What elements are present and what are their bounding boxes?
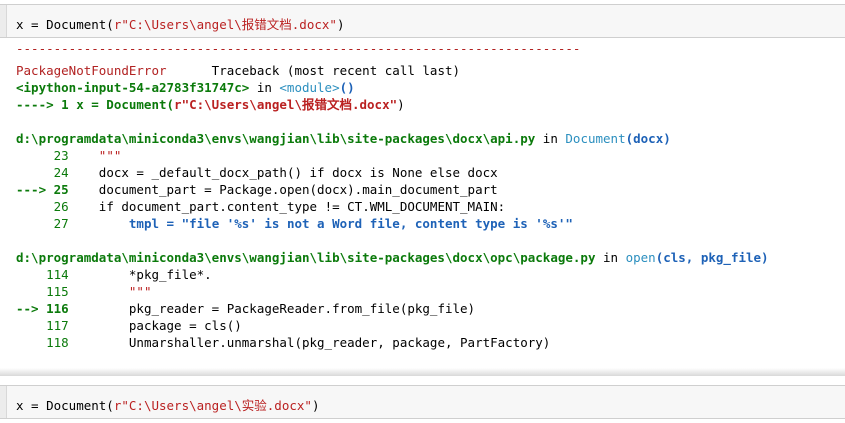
frame1-line: 24 docx = _default_docx_path() if docx i… bbox=[16, 164, 498, 181]
frame2-line: 117 package = cls() bbox=[16, 317, 242, 334]
line-number: 27 bbox=[53, 216, 69, 231]
output-scroll-shadow bbox=[0, 368, 845, 376]
frame1-line: 23 """ bbox=[16, 147, 122, 164]
cell-code-top[interactable]: x = Document(r"C:\Users\angel\报错文档.docx"… bbox=[16, 14, 344, 33]
line-code: package = cls() bbox=[68, 318, 242, 333]
arrow-line-1: ----> 1 x = Document(r"C:\Users\angel\报错… bbox=[16, 96, 405, 113]
frame2-path: d:\programdata\miniconda3\envs\wangjian\… bbox=[16, 250, 596, 265]
code-prefix: x = Document( bbox=[16, 398, 114, 413]
module-parens: () bbox=[339, 80, 355, 95]
cell-gutter bbox=[0, 386, 7, 418]
line-number: 114 bbox=[46, 267, 69, 282]
line-code: """ bbox=[68, 148, 122, 163]
frame1-line: 26 if document_part.content_type != CT.W… bbox=[16, 198, 506, 215]
arrow-line-1-end: ) bbox=[397, 97, 405, 112]
current-arrow: ---> bbox=[16, 182, 54, 197]
code-string: r"C:\Users\angel\报错文档.docx" bbox=[113, 17, 337, 32]
frame1-line: 27 tmpl = "file '%s' is not a Word file,… bbox=[16, 215, 573, 232]
frame1-path: d:\programdata\miniconda3\envs\wangjian\… bbox=[16, 131, 536, 146]
current-arrow: --> bbox=[16, 301, 47, 316]
cell-code-bottom[interactable]: x = Document(r"C:\Users\angel\实验.docx") bbox=[16, 395, 319, 414]
line-code: tmpl = "file '%s' is not a Word file, co… bbox=[68, 216, 573, 231]
code-string: r"C:\Users\angel\实验.docx" bbox=[113, 398, 312, 413]
frame1-args: (docx) bbox=[625, 131, 671, 146]
frame2-line-current: --> 116 pkg_reader = PackageReader.from_… bbox=[16, 300, 475, 317]
arrow-line-1-code: ----> 1 x = Document( bbox=[16, 97, 175, 112]
frame2-func: open bbox=[625, 250, 656, 265]
input-ref-line: <ipython-input-54-a2783f31747c> in <modu… bbox=[16, 79, 355, 96]
line-code: docx = _default_docx_path() if docx is N… bbox=[68, 165, 498, 180]
line-number: 115 bbox=[46, 284, 69, 299]
line-number: 25 bbox=[53, 182, 69, 197]
cell-gutter bbox=[0, 5, 7, 37]
input-cell-bottom[interactable]: x = Document(r"C:\Users\angel\实验.docx") bbox=[0, 385, 845, 419]
traceback-output: ----------------------------------------… bbox=[0, 40, 845, 372]
error-name: PackageNotFoundError bbox=[16, 63, 167, 78]
line-number: 118 bbox=[46, 335, 69, 350]
frame1-func: Document bbox=[565, 131, 626, 146]
input-ref: <ipython-input-54-a2783f31747c> bbox=[16, 80, 250, 95]
frame2-line: 114 *pkg_file*. bbox=[16, 266, 212, 283]
line-code: pkg_reader = PackageReader.from_file(pkg… bbox=[68, 301, 476, 316]
line-code: Unmarshaller.unmarshal(pkg_reader, packa… bbox=[68, 335, 551, 350]
frame2-header: d:\programdata\miniconda3\envs\wangjian\… bbox=[16, 249, 769, 266]
arrow-line-1-string: r"C:\Users\angel\报错文档.docx" bbox=[174, 97, 398, 112]
in-word: in bbox=[535, 131, 566, 146]
line-number: 116 bbox=[46, 301, 69, 316]
frame2-line: 115 """ bbox=[16, 283, 151, 300]
input-cell-top[interactable]: x = Document(r"C:\Users\angel\报错文档.docx"… bbox=[0, 4, 845, 38]
code-suffix: ) bbox=[311, 398, 320, 413]
in-word: in bbox=[249, 80, 280, 95]
frame2-line: 118 Unmarshaller.unmarshal(pkg_reader, p… bbox=[16, 334, 550, 351]
code-prefix: x = Document( bbox=[16, 17, 114, 32]
line-number: 23 bbox=[53, 148, 69, 163]
frame1-line-current: ---> 25 document_part = Package.open(doc… bbox=[16, 181, 498, 198]
line-code: document_part = Package.open(docx).main_… bbox=[68, 182, 498, 197]
traceback-separator: ----------------------------------------… bbox=[16, 41, 581, 56]
line-number: 26 bbox=[53, 199, 69, 214]
traceback-header-right: Traceback (most recent call last) bbox=[211, 63, 461, 78]
line-code: """ bbox=[68, 284, 152, 299]
line-number: 24 bbox=[53, 165, 69, 180]
traceback-header: PackageNotFoundError Traceback (most rec… bbox=[16, 62, 460, 79]
line-code: if document_part.content_type != CT.WML_… bbox=[68, 199, 506, 214]
code-suffix: ) bbox=[336, 17, 345, 32]
frame2-args: (cls, pkg_file) bbox=[655, 250, 769, 265]
line-number: 117 bbox=[46, 318, 69, 333]
in-word: in bbox=[595, 250, 626, 265]
line-code: *pkg_file*. bbox=[68, 267, 212, 282]
frame1-header: d:\programdata\miniconda3\envs\wangjian\… bbox=[16, 130, 671, 147]
module-name: <module> bbox=[279, 80, 340, 95]
